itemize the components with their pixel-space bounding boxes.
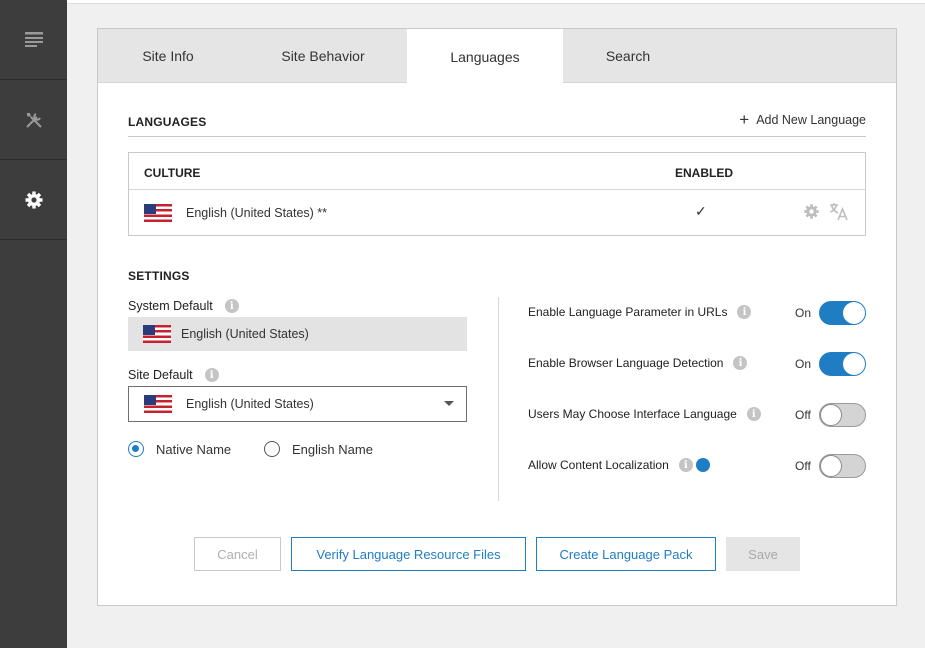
tab-site-info[interactable]: Site Info (108, 29, 228, 83)
create-language-pack-button[interactable]: Create Language Pack (536, 537, 716, 571)
toggle-knob (843, 353, 865, 375)
us-flag-icon (144, 204, 172, 222)
us-flag-icon (144, 395, 172, 413)
option-state: Off (795, 459, 811, 473)
native-name-label: Native Name (156, 441, 232, 457)
languages-section-title: LANGUAGES (128, 115, 207, 129)
column-header-enabled: ENABLED (675, 166, 734, 180)
languages-table-header: CULTURE ENABLED (129, 153, 865, 190)
option-label: Users May Choose Interface Language (528, 407, 737, 421)
gear-icon (25, 191, 42, 208)
site-default-select[interactable]: English (United States) (128, 386, 467, 422)
info-icon[interactable]: i (678, 458, 693, 472)
system-default-language: English (United States) (181, 327, 309, 341)
option-language-parameter: Enable Language Parameter in URLs i (528, 305, 752, 319)
toggle-knob (820, 404, 842, 426)
chevron-down-icon (444, 401, 454, 406)
enabled-check-icon: ✓ (695, 203, 707, 219)
column-header-culture: CULTURE (144, 166, 201, 180)
option-label: Allow Content Localization (528, 458, 669, 472)
option-state: Off (795, 408, 811, 422)
info-icon[interactable]: i (733, 356, 748, 370)
english-name-radio[interactable]: English Name (264, 441, 373, 457)
toggle-knob (843, 302, 865, 324)
language-settings-gear-icon[interactable] (803, 203, 820, 223)
language-parameter-toggle[interactable] (819, 301, 866, 325)
add-new-language-button[interactable]: + Add New Language (739, 110, 866, 129)
english-name-label: English Name (292, 441, 373, 457)
tab-site-behavior[interactable]: Site Behavior (258, 29, 388, 83)
left-rail (0, 0, 67, 648)
option-interface-language: Users May Choose Interface Language i (528, 407, 761, 421)
add-new-language-label: Add New Language (756, 113, 866, 127)
info-icon[interactable]: i (224, 299, 239, 313)
browser-detection-toggle[interactable] (819, 352, 866, 376)
option-content-localization: Allow Content Localization i (528, 458, 710, 472)
top-header-strip (67, 0, 925, 4)
radio-unselected-indicator (264, 441, 280, 457)
info-icon[interactable]: i (746, 407, 761, 421)
languages-table: CULTURE ENABLED English (United States) … (128, 152, 866, 236)
toggle-knob (820, 455, 842, 477)
tools-icon (25, 112, 42, 128)
rail-item-tools[interactable] (0, 80, 67, 160)
site-default-selected-value: English (United States) (186, 397, 314, 411)
tab-bar: Site Info Site Behavior Languages Search (98, 29, 896, 84)
info-icon[interactable]: i (737, 305, 752, 319)
verify-language-resource-files-button[interactable]: Verify Language Resource Files (291, 537, 526, 571)
translate-icon[interactable] (829, 202, 849, 224)
option-label: Enable Browser Language Detection (528, 356, 724, 370)
system-default-text: System Default (128, 299, 213, 313)
us-flag-icon (143, 325, 171, 343)
content-localization-toggle[interactable] (819, 454, 866, 478)
globe-icon (695, 458, 710, 472)
option-label: Enable Language Parameter in URLs (528, 305, 728, 319)
culture-name: English (United States) ** (186, 206, 328, 220)
native-name-radio[interactable]: Native Name (128, 441, 231, 457)
radio-selected-indicator (128, 441, 144, 457)
tab-search[interactable]: Search (573, 29, 683, 83)
option-state: On (795, 306, 812, 320)
site-default-text: Site Default (128, 368, 193, 382)
system-default-label: System Default i (128, 299, 239, 313)
table-row: English (United States) ** ✓ (129, 190, 865, 235)
rail-item-settings[interactable] (0, 160, 67, 240)
interface-language-toggle[interactable] (819, 403, 866, 427)
cancel-button[interactable]: Cancel (194, 537, 281, 571)
site-default-label: Site Default i (128, 368, 219, 382)
option-state: On (795, 357, 812, 371)
languages-divider (128, 136, 866, 137)
info-icon[interactable]: i (204, 368, 219, 382)
save-button[interactable]: Save (726, 537, 800, 571)
option-browser-detection: Enable Browser Language Detection i (528, 356, 748, 370)
document-list-icon (24, 31, 43, 47)
rail-item-pages[interactable] (0, 0, 67, 80)
tab-languages[interactable]: Languages (407, 29, 563, 84)
plus-icon: + (739, 110, 750, 129)
settings-section-title: SETTINGS (128, 269, 190, 283)
settings-column-divider (498, 297, 499, 501)
site-settings-panel: Site Info Site Behavior Languages Search… (97, 28, 897, 606)
system-default-value: English (United States) (128, 317, 467, 351)
